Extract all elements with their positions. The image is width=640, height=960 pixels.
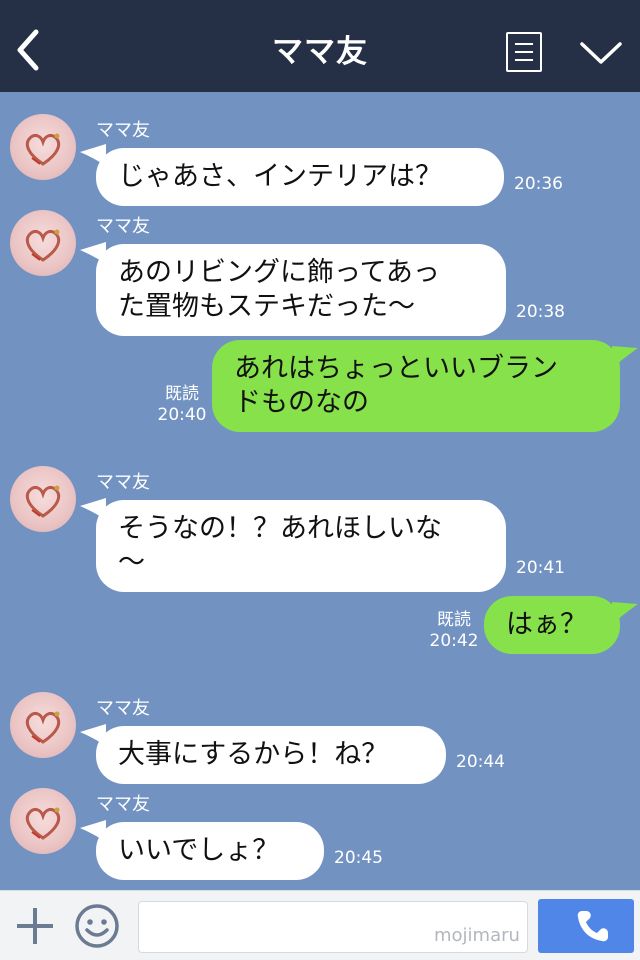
message-bubble[interactable]: はぁ？ [484, 596, 620, 654]
smiley-icon [75, 904, 119, 948]
chat-header: ママ友 [0, 0, 640, 92]
watermark: mojimaru [434, 925, 520, 946]
message-bubble[interactable]: 大事にするから！ね？ [96, 726, 446, 784]
message-bubble[interactable]: あのリビングに飾ってあっ た置物もステキだった〜 [96, 244, 506, 336]
message-time: 20:38 [516, 302, 565, 322]
avatar[interactable] [10, 692, 76, 758]
read-label: 既読 [437, 610, 471, 630]
bubble-tail [612, 346, 638, 368]
message-bubble[interactable]: じゃあさ、インテリアは？ [96, 148, 504, 206]
add-button[interactable] [14, 905, 56, 947]
read-status: 既読 20:40 [154, 384, 210, 426]
chat-title: ママ友 [272, 34, 368, 70]
chat-area[interactable]: ママ友 じゃあさ、インテリアは？ 20:36 ママ友 あのリビングに飾ってあっ … [0, 92, 640, 890]
message-time: 20:42 [429, 631, 479, 651]
sender-name: ママ友 [96, 120, 150, 141]
chevron-down-icon [580, 42, 622, 64]
call-button[interactable] [538, 899, 634, 953]
avatar[interactable] [10, 210, 76, 276]
avatar[interactable] [10, 788, 76, 854]
phone-icon [577, 911, 608, 942]
expand-button[interactable] [578, 38, 624, 68]
plus-icon [17, 908, 53, 944]
bubble-tail [612, 602, 638, 624]
message-bubble[interactable]: あれはちょっといいブラン ドものなの [212, 340, 620, 432]
message-time: 20:44 [456, 752, 505, 772]
message-bubble[interactable]: いいでしょ？ [96, 822, 324, 880]
sender-name: ママ友 [96, 216, 150, 237]
emoji-button[interactable] [74, 903, 120, 949]
message-bubble[interactable]: そうなの！？あれほしいな 〜 [96, 500, 506, 592]
read-status: 既読 20:42 [426, 610, 482, 652]
sender-name: ママ友 [96, 698, 150, 719]
message-time: 20:36 [514, 174, 563, 194]
read-label: 既読 [165, 384, 199, 404]
input-bar: mojimaru [0, 890, 640, 960]
avatar[interactable] [10, 466, 76, 532]
list-icon [515, 43, 533, 45]
message-time: 20:45 [334, 848, 383, 868]
message-time: 20:40 [157, 405, 207, 425]
sender-name: ママ友 [96, 472, 150, 493]
menu-button[interactable] [506, 32, 542, 72]
avatar[interactable] [10, 114, 76, 180]
message-time: 20:41 [516, 558, 565, 578]
sender-name: ママ友 [96, 794, 150, 815]
